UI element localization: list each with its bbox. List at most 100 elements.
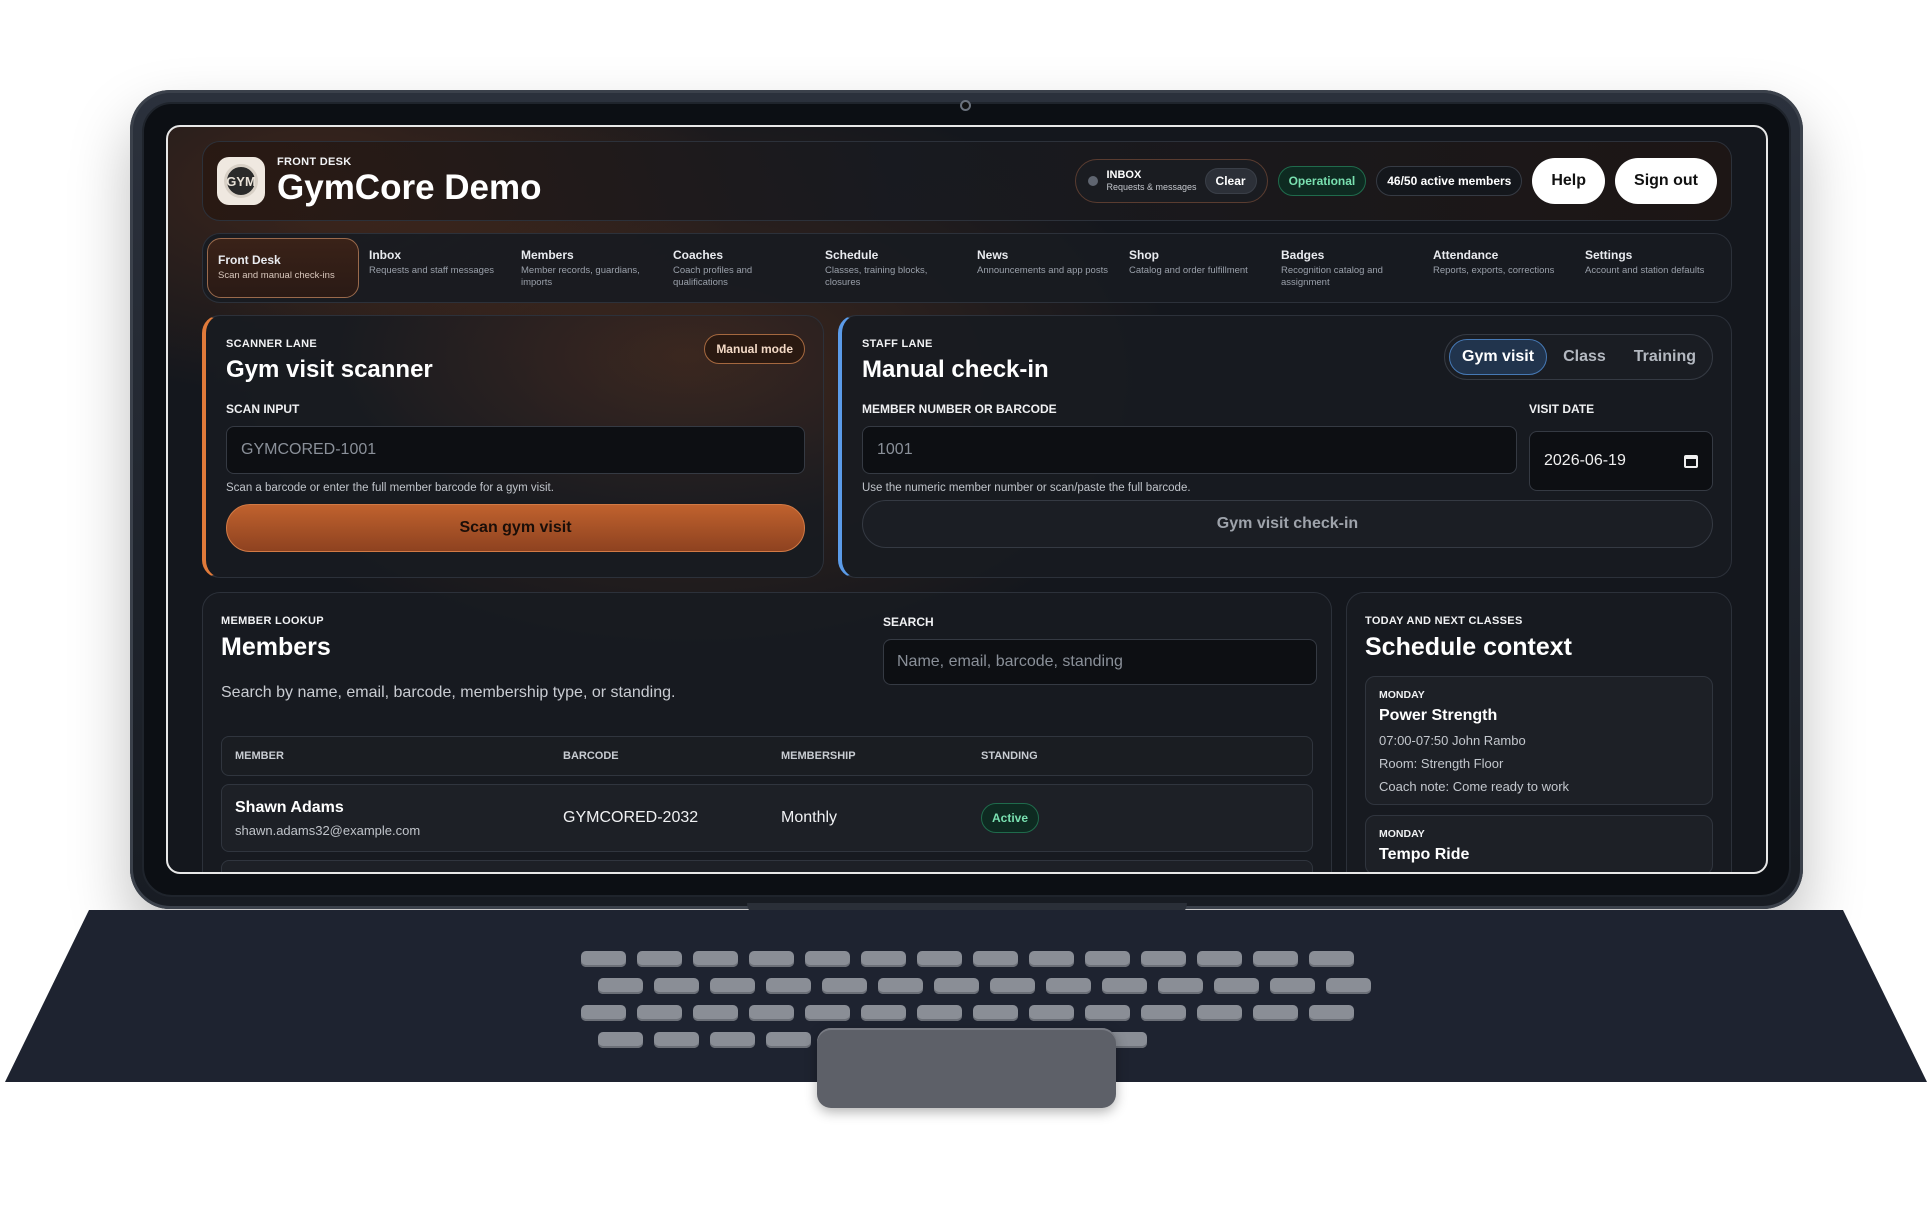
nav-label: Shop: [1129, 248, 1159, 262]
class-day: MONDAY: [1379, 828, 1425, 840]
visit-date-value: 2026-06-19: [1544, 452, 1626, 469]
main-nav: Front Desk Scan and manual check-ins Inb…: [202, 233, 1732, 303]
nav-label: Front Desk: [218, 253, 281, 267]
gym-logo: GYM: [217, 157, 265, 205]
tab-gym-visit[interactable]: Gym visit: [1449, 339, 1548, 375]
nav-item-news[interactable]: News Announcements and app posts: [967, 238, 1119, 298]
nav-sublabel: Scan and manual check-ins: [218, 270, 335, 281]
gymcore-app: GYM FRONT DESK GymCore Demo INBOX Reques…: [168, 127, 1766, 872]
schedule-title: Schedule context: [1365, 633, 1572, 661]
manual-mode-toggle[interactable]: Manual mode: [704, 334, 805, 364]
nav-sublabel: Recognition catalog and assignment: [1281, 265, 1383, 288]
members-table: MEMBER BARCODE MEMBERSHIP STANDING Shawn…: [221, 736, 1313, 872]
nav-sublabel: Reports, exports, corrections: [1433, 265, 1555, 276]
nav-item-settings[interactable]: Settings Account and station defaults: [1575, 238, 1727, 298]
nav-label: Inbox: [369, 248, 401, 262]
nav-label: Settings: [1585, 248, 1633, 262]
inbox-sublabel: Requests & messages: [1106, 182, 1197, 192]
class-time-coach: 07:00-07:50 John Rambo: [1379, 733, 1526, 748]
table-row[interactable]: Shawn Adams shawn.adams32@example.com GY…: [221, 784, 1313, 852]
nav-item-front-desk[interactable]: Front Desk Scan and manual check-ins: [207, 238, 359, 298]
member-search: SEARCH: [883, 615, 1317, 685]
nav-sublabel: Requests and staff messages: [369, 265, 494, 276]
header-eyebrow: FRONT DESK: [277, 155, 352, 168]
nav-label: News: [977, 248, 1009, 262]
class-day: MONDAY: [1379, 689, 1425, 701]
nav-label: Attendance: [1433, 248, 1499, 262]
scanner-panel: SCANNER LANE Gym visit scanner Manual mo…: [202, 315, 824, 578]
nav-sublabel: Member records, guardians, imports: [521, 265, 640, 288]
nav-label: Schedule: [825, 248, 879, 262]
nav-label: Members: [521, 248, 574, 262]
clear-inbox-button[interactable]: Clear: [1204, 168, 1257, 194]
member-barcode: GYMCORED-2032: [563, 809, 699, 826]
visit-date-input[interactable]: 2026-06-19: [1529, 431, 1713, 491]
member-membership: Monthly: [781, 809, 838, 826]
inbox-status-dot-icon: [1088, 176, 1099, 186]
column-header-membership[interactable]: MEMBERSHIP: [781, 750, 981, 762]
member-name: Shawn Adams: [235, 798, 344, 816]
manual-checkin-panel: STAFF LANE Manual check-in Gym visit Cla…: [838, 315, 1732, 578]
class-name: Tempo Ride: [1379, 846, 1470, 863]
inbox-widget[interactable]: INBOX Requests & messages Clear: [1075, 159, 1268, 203]
column-header-member[interactable]: MEMBER: [235, 750, 563, 762]
member-number-input[interactable]: [862, 426, 1517, 474]
member-search-input[interactable]: [883, 639, 1317, 685]
scan-input-label: SCAN INPUT: [226, 402, 300, 416]
nav-sublabel: Coach profiles and qualifications: [673, 265, 753, 288]
nav-item-inbox[interactable]: Inbox Requests and staff messages: [359, 238, 511, 298]
help-button[interactable]: Help: [1532, 158, 1606, 204]
member-number-helper: Use the numeric member number or scan/pa…: [862, 482, 1191, 494]
nav-item-shop[interactable]: Shop Catalog and order fulfillment: [1119, 238, 1271, 298]
scan-gym-visit-button[interactable]: Scan gym visit: [226, 504, 805, 552]
schedule-panel: TODAY AND NEXT CLASSES Schedule context …: [1346, 592, 1732, 872]
laptop-screen: GYM FRONT DESK GymCore Demo INBOX Reques…: [166, 125, 1768, 874]
members-description: Search by name, email, barcode, membersh…: [221, 684, 676, 701]
nav-item-badges[interactable]: Badges Recognition catalog and assignmen…: [1271, 238, 1423, 298]
nav-item-schedule[interactable]: Schedule Classes, training blocks, closu…: [815, 238, 967, 298]
member-email: shawn.adams32@example.com: [235, 822, 421, 838]
class-card[interactable]: MONDAY Tempo Ride: [1365, 815, 1713, 872]
nav-item-members[interactable]: Members Member records, guardians, impor…: [511, 238, 663, 298]
calendar-icon[interactable]: [1684, 454, 1698, 468]
keyboard-row: [581, 1005, 1354, 1021]
member-lookup-panel: MEMBER LOOKUP Members Search by name, em…: [202, 592, 1332, 872]
inbox-label: INBOX: [1106, 169, 1142, 181]
tab-class[interactable]: Class: [1551, 339, 1618, 375]
member-number-label: MEMBER NUMBER OR BARCODE: [862, 402, 1057, 416]
column-header-barcode[interactable]: BARCODE: [563, 750, 781, 762]
gym-logo-emblem: GYM: [224, 164, 258, 198]
scan-input[interactable]: [226, 426, 805, 474]
class-coach-note: Coach note: Come ready to work: [1379, 779, 1570, 794]
checkin-type-tabs: Gym visit Class Training: [1444, 334, 1713, 380]
search-label: SEARCH: [883, 615, 934, 629]
nav-item-attendance[interactable]: Attendance Reports, exports, corrections: [1423, 238, 1575, 298]
nav-label: Badges: [1281, 248, 1325, 262]
keyboard-row: [598, 978, 1371, 994]
tab-training[interactable]: Training: [1622, 339, 1708, 375]
schedule-eyebrow: TODAY AND NEXT CLASSES: [1365, 615, 1523, 627]
keyboard-row: [581, 951, 1354, 967]
standing-badge: Active: [981, 803, 1040, 833]
sign-out-button[interactable]: Sign out: [1615, 158, 1717, 204]
gym-visit-checkin-button[interactable]: Gym visit check-in: [862, 500, 1713, 548]
column-header-standing[interactable]: STANDING: [981, 750, 1181, 762]
active-members-badge: 46/50 active members: [1376, 166, 1523, 196]
nav-label: Coaches: [673, 248, 724, 262]
system-status-badge: Operational: [1277, 166, 1367, 196]
app-title: GymCore Demo: [277, 167, 542, 207]
nav-sublabel: Account and station defaults: [1585, 265, 1705, 276]
nav-sublabel: Catalog and order fulfillment: [1129, 265, 1248, 276]
table-header: MEMBER BARCODE MEMBERSHIP STANDING: [221, 736, 1313, 776]
class-card[interactable]: MONDAY Power Strength 07:00-07:50 John R…: [1365, 676, 1713, 805]
scan-helper-text: Scan a barcode or enter the full member …: [226, 482, 554, 494]
class-room: Room: Strength Floor: [1379, 756, 1504, 771]
class-name: Power Strength: [1379, 707, 1498, 724]
nav-item-coaches[interactable]: Coaches Coach profiles and qualification…: [663, 238, 815, 298]
nav-sublabel: Announcements and app posts: [977, 265, 1108, 276]
nav-sublabel: Classes, training blocks, closures: [825, 265, 928, 288]
table-row[interactable]: [221, 860, 1313, 872]
trackpad: [817, 1028, 1116, 1108]
webcam-icon: [960, 100, 971, 111]
visit-date-label: VISIT DATE: [1529, 402, 1595, 416]
